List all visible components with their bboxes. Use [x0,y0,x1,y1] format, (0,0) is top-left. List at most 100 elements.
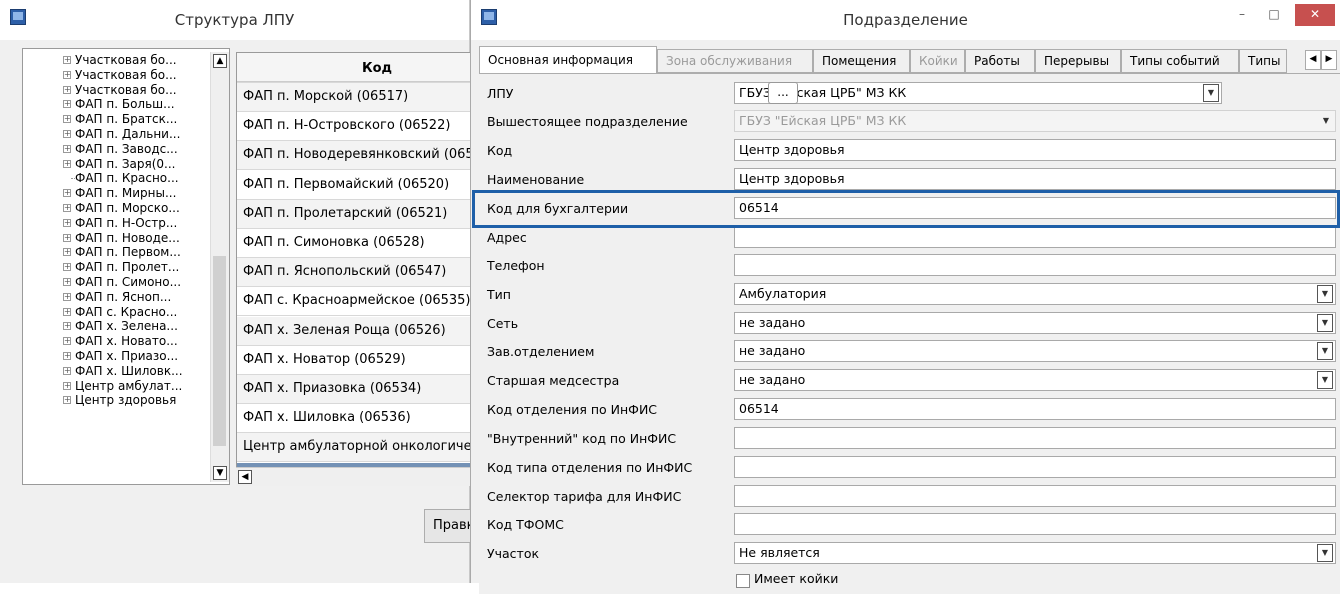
field-input[interactable]: Центр здоровья [734,139,1336,161]
field-input[interactable] [734,485,1336,507]
minimize-icon[interactable]: – [1227,4,1257,26]
expand-icon[interactable]: + [63,352,71,360]
choose-lpu-button[interactable]: ... [768,82,798,104]
expand-icon[interactable]: + [63,263,71,272]
tree-item[interactable]: + ФАП п. Больш... [63,97,175,112]
tab-4[interactable]: Работы [965,49,1035,73]
grid-row[interactable]: ФАП х. Зеленая Роща (06526) [237,316,475,346]
grid-row[interactable]: ФАП п. Н-Островского (06522) [237,112,475,142]
tab-right-icon[interactable]: ▶ [1321,50,1337,70]
tree-item[interactable]: + ФАП х. Приазо... [63,349,178,364]
tree-item[interactable]: + ФАП п. Н-Остр... [63,216,177,231]
expand-icon[interactable]: + [63,115,71,124]
field-combobox[interactable]: Не является ▼ [734,542,1336,564]
tree-item[interactable]: + Центр здоровья [63,393,176,408]
grid-row[interactable]: ФАП п. Новодеревянковский (06523) [237,141,475,171]
grid-row[interactable]: ФАП п. Первомайский (06520) [237,171,475,200]
tab-scroll-arrows[interactable]: ◀ ▶ [1305,50,1337,70]
expand-icon[interactable]: + [63,70,71,79]
expand-icon[interactable]: + [63,218,71,227]
field-combobox[interactable]: Амбулатория ▼ [734,283,1336,305]
tree-item[interactable]: + ФАП п. Братск... [63,112,177,127]
tree-item[interactable]: + ФАП х. Шиловк... [63,364,183,379]
tab-6[interactable]: Типы событий [1121,49,1239,73]
expand-icon[interactable]: + [63,159,71,168]
grid-horizontal-scrollbar[interactable]: ◀ [236,467,470,486]
tab-1[interactable]: Зона обслуживания [657,49,813,73]
chevron-down-icon[interactable]: ▼ [1317,314,1333,332]
subdivision-grid[interactable]: ФАП п. Мирный (06533)ФАП п. Морской (065… [236,52,476,485]
expand-icon[interactable]: + [63,396,71,405]
tree-item[interactable]: + Участковая бо... [63,53,177,68]
maximize-icon[interactable]: □ [1259,4,1289,26]
tree-item[interactable]: + ФАП п. Ясноп... [63,290,171,305]
expand-icon[interactable]: + [63,189,71,198]
grid-row[interactable]: ФАП п. Пролетарский (06521) [237,199,475,229]
field-input[interactable] [734,513,1336,535]
expand-icon[interactable]: + [63,130,71,138]
tree-item[interactable]: + Центр амбулат... [63,379,182,394]
expand-icon[interactable]: + [63,381,71,390]
tree-item[interactable]: + Участковая бо... [63,68,177,83]
tree-item[interactable]: + ФАП п. Симоно... [63,275,181,290]
tree-item[interactable]: + ФАП х. Зелена... [63,319,178,334]
grid-row[interactable]: ФАП п. Морской (06517) [237,83,475,112]
expand-icon[interactable]: + [63,56,71,64]
expand-icon[interactable]: + [63,292,71,301]
close-icon[interactable]: ✕ [1295,4,1335,26]
tree-item[interactable]: ФАП п. Красно... [71,171,179,186]
tree-item[interactable]: + Участковая бо... [63,83,177,98]
expand-icon[interactable]: + [63,307,71,316]
expand-icon[interactable]: + [63,278,71,286]
expand-icon[interactable]: + [63,144,71,153]
tree-item[interactable]: + ФАП п. Мирны... [63,186,176,201]
tree-item[interactable]: + ФАП с. Красно... [63,305,177,320]
chevron-down-icon[interactable]: ▼ [1317,285,1333,303]
scroll-down-icon[interactable]: ▼ [213,466,227,480]
tree-item[interactable]: + ФАП п. Заводс... [63,142,178,157]
tab-3[interactable]: Койки [910,49,965,73]
has-beds-checkbox[interactable] [736,574,750,588]
tree-item[interactable]: + ФАП п. Морско... [63,201,180,216]
chevron-down-icon[interactable]: ▼ [1317,544,1333,562]
field-combobox[interactable]: не задано ▼ [734,369,1336,391]
field-combobox[interactable]: не задано ▼ [734,340,1336,362]
grid-row[interactable]: ФАП х. Приазовка (06534) [237,375,475,404]
expand-icon[interactable]: + [63,85,71,94]
expand-icon[interactable]: + [63,322,71,331]
lpu-tree[interactable]: + Участковая бо... + Участковая бо... + Участ… [22,48,230,485]
tree-item[interactable]: + ФАП п. Первом... [63,245,181,260]
grid-row[interactable]: ФАП с. Красноармейское (06535) [237,287,475,317]
tab-0[interactable]: Основная информация [479,46,657,74]
tab-7[interactable]: Типы [1239,49,1287,73]
scroll-left-icon[interactable]: ◀ [238,470,252,484]
tab-2[interactable]: Помещения [813,49,910,73]
field-input[interactable] [734,456,1336,478]
tab-5[interactable]: Перерывы [1035,49,1121,73]
grid-row[interactable]: ФАП п. Симоновка (06528) [237,229,475,258]
expand-icon[interactable]: + [63,233,71,242]
tree-item[interactable]: + ФАП п. Заря(0... [63,157,176,172]
field-input[interactable]: 06514 [734,398,1336,420]
chevron-down-icon[interactable]: ▼ [1317,371,1333,389]
grid-header[interactable]: Код [237,53,475,82]
grid-row[interactable]: ФАП х. Новатор (06529) [237,346,475,375]
field-input[interactable] [734,427,1336,449]
field-input[interactable] [734,226,1336,248]
tab-left-icon[interactable]: ◀ [1305,50,1321,70]
scroll-up-icon[interactable]: ▲ [213,54,227,68]
field-input[interactable] [734,254,1336,276]
grid-row[interactable]: ФАП х. Шиловка (06536) [237,404,475,434]
chevron-down-icon[interactable]: ▼ [1203,84,1219,102]
field-input[interactable]: Центр здоровья [734,168,1336,190]
grid-row[interactable]: Центр амбулаторной онкологической помощи [237,433,475,463]
field-combobox[interactable]: не задано ▼ [734,312,1336,334]
tree-item[interactable]: + ФАП х. Новато... [63,334,178,349]
expand-icon[interactable]: + [63,100,71,109]
chevron-down-icon[interactable]: ▼ [1317,342,1333,360]
expand-icon[interactable]: + [63,366,71,375]
expand-icon[interactable]: + [63,337,71,346]
tree-item[interactable]: + ФАП п. Пролет... [63,260,179,275]
expand-icon[interactable]: + [63,248,71,257]
tree-item[interactable]: + ФАП п. Дальни... [63,127,180,142]
